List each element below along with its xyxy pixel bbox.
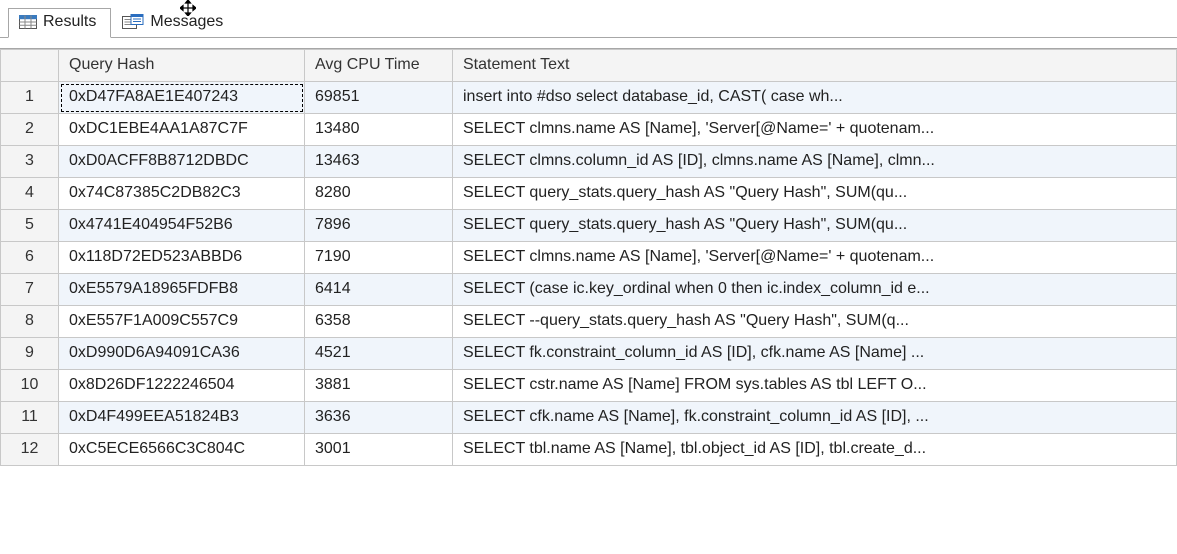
cell-avg-cpu[interactable]: 3881 bbox=[305, 370, 453, 402]
table-row[interactable]: 70xE5579A18965FDFB86414SELECT (case ic.k… bbox=[1, 274, 1177, 306]
row-number-cell[interactable]: 4 bbox=[1, 178, 59, 210]
cell-query-hash[interactable]: 0xE5579A18965FDFB8 bbox=[59, 274, 305, 306]
cell-statement[interactable]: SELECT clmns.column_id AS [ID], clmns.na… bbox=[453, 146, 1177, 178]
cell-statement[interactable]: SELECT query_stats.query_hash AS "Query … bbox=[453, 178, 1177, 210]
table-row[interactable]: 40x74C87385C2DB82C38280SELECT query_stat… bbox=[1, 178, 1177, 210]
cell-avg-cpu[interactable]: 13463 bbox=[305, 146, 453, 178]
cell-avg-cpu[interactable]: 69851 bbox=[305, 82, 453, 114]
cell-query-hash[interactable]: 0xD990D6A94091CA36 bbox=[59, 338, 305, 370]
cell-statement[interactable]: SELECT cfk.name AS [Name], fk.constraint… bbox=[453, 402, 1177, 434]
messages-icon bbox=[122, 14, 144, 30]
row-number-cell[interactable]: 8 bbox=[1, 306, 59, 338]
cell-avg-cpu[interactable]: 7896 bbox=[305, 210, 453, 242]
cell-avg-cpu[interactable]: 3636 bbox=[305, 402, 453, 434]
table-row[interactable]: 80xE557F1A009C557C96358SELECT --query_st… bbox=[1, 306, 1177, 338]
tab-messages-label: Messages bbox=[150, 13, 223, 31]
cell-avg-cpu[interactable]: 3001 bbox=[305, 434, 453, 466]
cell-statement[interactable]: insert into #dso select database_id, CAS… bbox=[453, 82, 1177, 114]
cell-statement[interactable]: SELECT clmns.name AS [Name], 'Server[@Na… bbox=[453, 242, 1177, 274]
tab-bar: Results Messages bbox=[0, 0, 1177, 38]
cell-avg-cpu[interactable]: 13480 bbox=[305, 114, 453, 146]
table-row[interactable]: 60x118D72ED523ABBD67190SELECT clmns.name… bbox=[1, 242, 1177, 274]
cell-statement[interactable]: SELECT clmns.name AS [Name], 'Server[@Na… bbox=[453, 114, 1177, 146]
results-grid[interactable]: Query Hash Avg CPU Time Statement Text 1… bbox=[0, 49, 1177, 466]
cell-avg-cpu[interactable]: 6358 bbox=[305, 306, 453, 338]
row-number-cell[interactable]: 10 bbox=[1, 370, 59, 402]
table-row[interactable]: 20xDC1EBE4AA1A87C7F13480SELECT clmns.nam… bbox=[1, 114, 1177, 146]
table-row[interactable]: 10xD47FA8AE1E40724369851insert into #dso… bbox=[1, 82, 1177, 114]
cell-statement[interactable]: SELECT fk.constraint_column_id AS [ID], … bbox=[453, 338, 1177, 370]
cell-avg-cpu[interactable]: 8280 bbox=[305, 178, 453, 210]
col-header-avg-cpu[interactable]: Avg CPU Time bbox=[305, 50, 453, 82]
table-row[interactable]: 100x8D26DF12222465043881SELECT cstr.name… bbox=[1, 370, 1177, 402]
row-number-cell[interactable]: 9 bbox=[1, 338, 59, 370]
row-number-cell[interactable]: 5 bbox=[1, 210, 59, 242]
row-number-cell[interactable]: 6 bbox=[1, 242, 59, 274]
col-header-statement[interactable]: Statement Text bbox=[453, 50, 1177, 82]
col-header-blank[interactable] bbox=[1, 50, 59, 82]
cell-query-hash[interactable]: 0x8D26DF1222246504 bbox=[59, 370, 305, 402]
column-header-row[interactable]: Query Hash Avg CPU Time Statement Text bbox=[1, 50, 1177, 82]
cell-statement[interactable]: SELECT cstr.name AS [Name] FROM sys.tabl… bbox=[453, 370, 1177, 402]
cell-avg-cpu[interactable]: 6414 bbox=[305, 274, 453, 306]
results-panel: Query Hash Avg CPU Time Statement Text 1… bbox=[0, 48, 1177, 554]
row-number-cell[interactable]: 7 bbox=[1, 274, 59, 306]
table-row[interactable]: 120xC5ECE6566C3C804C3001SELECT tbl.name … bbox=[1, 434, 1177, 466]
tab-results-label: Results bbox=[43, 13, 96, 31]
grid-icon bbox=[19, 15, 37, 29]
row-number-cell[interactable]: 11 bbox=[1, 402, 59, 434]
table-row[interactable]: 90xD990D6A94091CA364521SELECT fk.constra… bbox=[1, 338, 1177, 370]
table-row[interactable]: 30xD0ACFF8B8712DBDC13463SELECT clmns.col… bbox=[1, 146, 1177, 178]
table-row[interactable]: 110xD4F499EEA51824B33636SELECT cfk.name … bbox=[1, 402, 1177, 434]
tab-results[interactable]: Results bbox=[8, 8, 111, 38]
cell-statement[interactable]: SELECT tbl.name AS [Name], tbl.object_id… bbox=[453, 434, 1177, 466]
cell-avg-cpu[interactable]: 4521 bbox=[305, 338, 453, 370]
tab-messages[interactable]: Messages bbox=[111, 8, 238, 38]
cell-query-hash[interactable]: 0x74C87385C2DB82C3 bbox=[59, 178, 305, 210]
cell-avg-cpu[interactable]: 7190 bbox=[305, 242, 453, 274]
cell-statement[interactable]: SELECT --query_stats.query_hash AS "Quer… bbox=[453, 306, 1177, 338]
cell-query-hash[interactable]: 0xD47FA8AE1E407243 bbox=[59, 82, 305, 114]
row-number-cell[interactable]: 12 bbox=[1, 434, 59, 466]
col-header-query-hash[interactable]: Query Hash bbox=[59, 50, 305, 82]
cell-query-hash[interactable]: 0xD0ACFF8B8712DBDC bbox=[59, 146, 305, 178]
cell-statement[interactable]: SELECT (case ic.key_ordinal when 0 then … bbox=[453, 274, 1177, 306]
cell-query-hash[interactable]: 0x118D72ED523ABBD6 bbox=[59, 242, 305, 274]
cell-query-hash[interactable]: 0xDC1EBE4AA1A87C7F bbox=[59, 114, 305, 146]
table-row[interactable]: 50x4741E404954F52B67896SELECT query_stat… bbox=[1, 210, 1177, 242]
cell-query-hash[interactable]: 0xD4F499EEA51824B3 bbox=[59, 402, 305, 434]
cell-query-hash[interactable]: 0xC5ECE6566C3C804C bbox=[59, 434, 305, 466]
row-number-cell[interactable]: 3 bbox=[1, 146, 59, 178]
row-number-cell[interactable]: 1 bbox=[1, 82, 59, 114]
cell-statement[interactable]: SELECT query_stats.query_hash AS "Query … bbox=[453, 210, 1177, 242]
cell-query-hash[interactable]: 0xE557F1A009C557C9 bbox=[59, 306, 305, 338]
row-number-cell[interactable]: 2 bbox=[1, 114, 59, 146]
cell-query-hash[interactable]: 0x4741E404954F52B6 bbox=[59, 210, 305, 242]
